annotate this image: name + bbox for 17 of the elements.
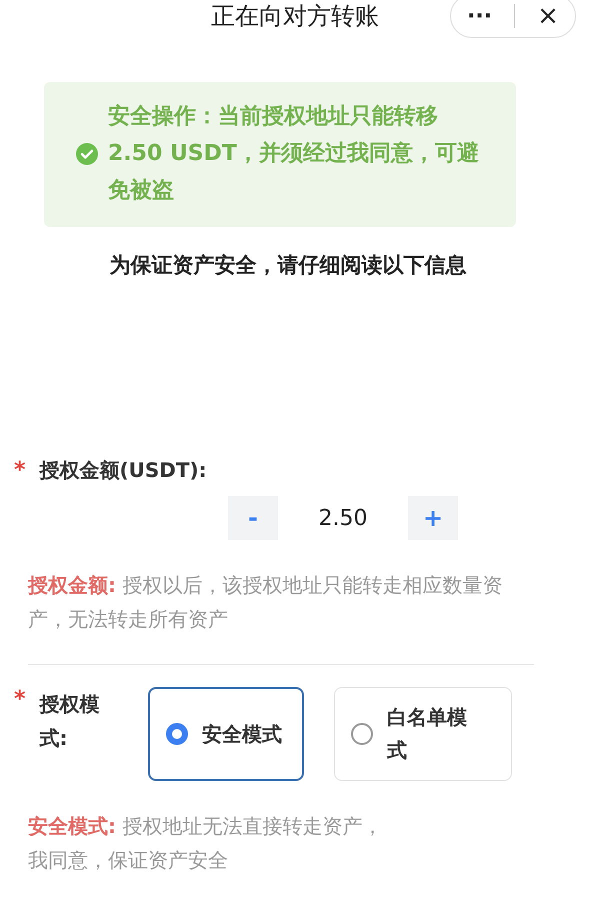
radio-icon [351, 723, 373, 745]
field-label: 授权金额(USDT): [40, 457, 207, 484]
required-asterisk: * [14, 458, 26, 483]
radio-icon [166, 723, 188, 745]
notice-text: 安全操作：当前授权地址只能转移2.50 USDT，并须经过我同意，可避免被盗 [108, 102, 480, 205]
close-button[interactable]: × [527, 1, 569, 31]
field-label: 授权模式: [40, 691, 101, 752]
heading: 为保证资产安全，请仔细阅读以下信息 [108, 252, 468, 279]
note-text: 安全模式: 授权地址无法直接转走资产， [28, 813, 382, 840]
page-title: 正在向对方转账 [211, 1, 379, 32]
more-button[interactable]: ··· [457, 4, 502, 28]
note-text: 授权金额: 授权以后，该授权地址只能转走相应数量资产，无法转走所有资产 [28, 572, 504, 633]
mode-option[interactable]: 安全模式 [148, 687, 304, 781]
check-circle-icon [76, 142, 98, 164]
note-text: 我同意，保证资产安全 [28, 847, 228, 874]
mode-option[interactable]: 白名单模式 [334, 687, 512, 781]
required-asterisk: * [14, 687, 26, 714]
